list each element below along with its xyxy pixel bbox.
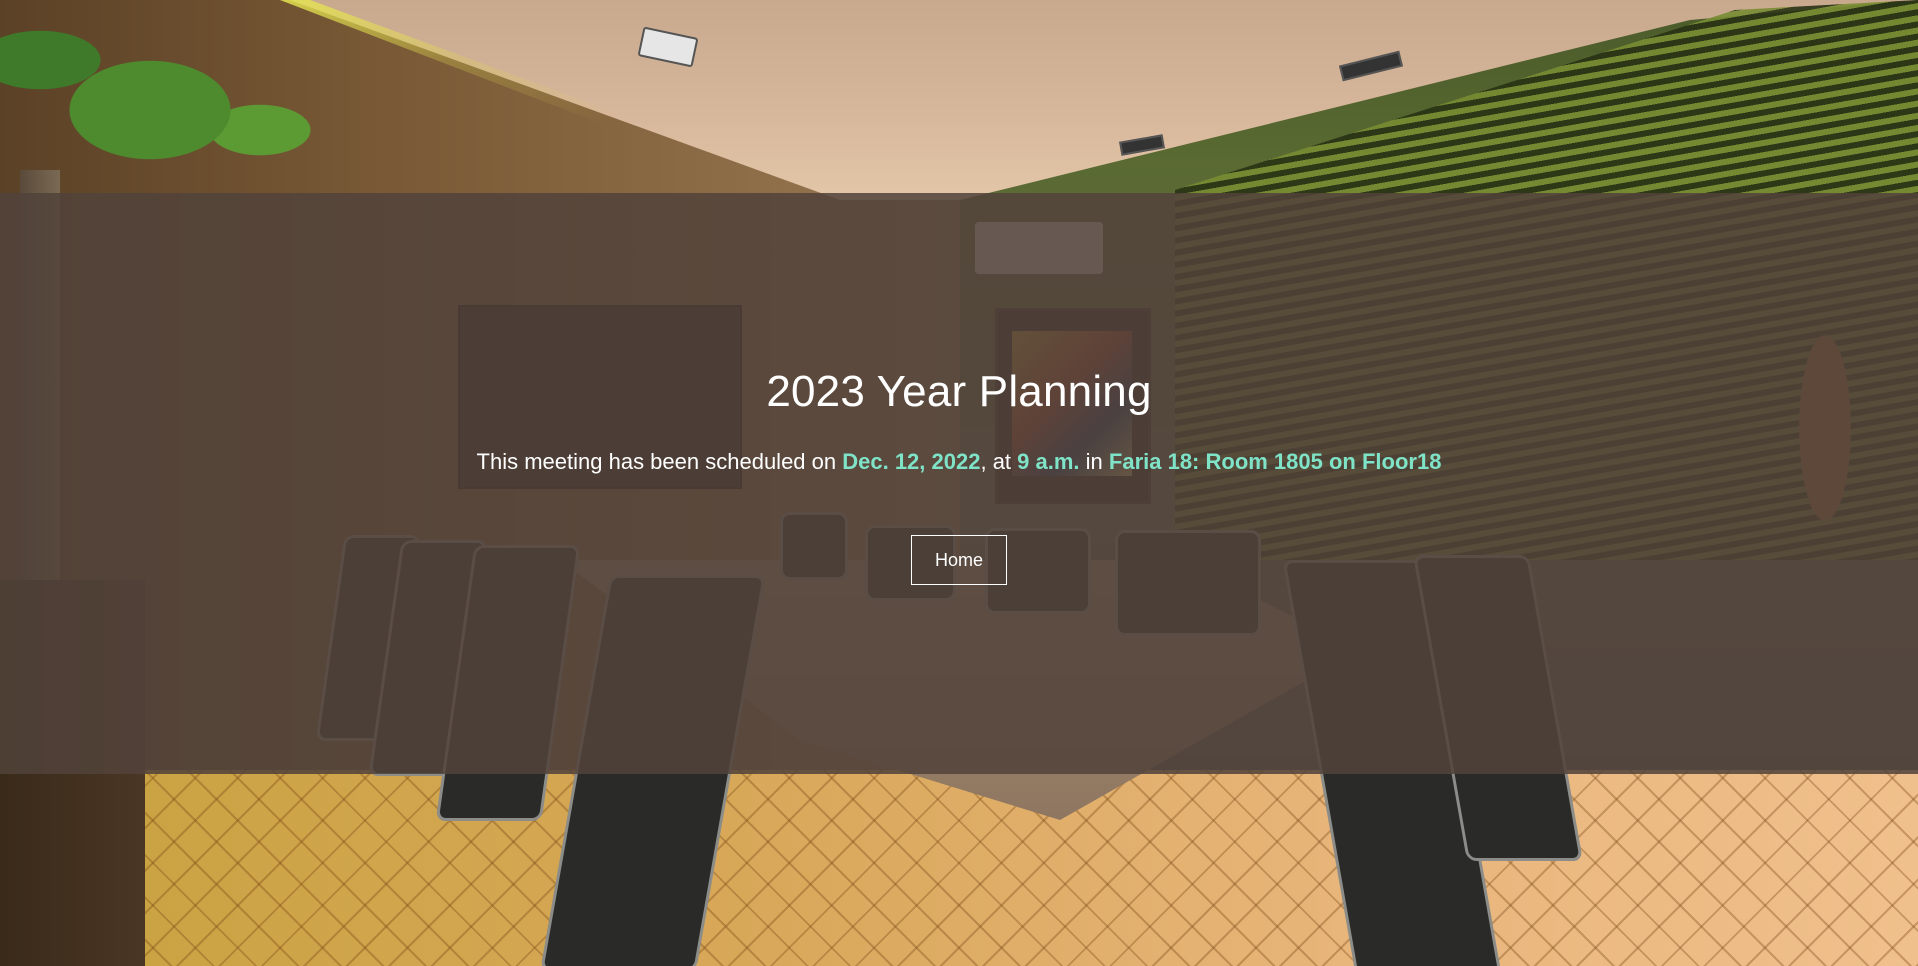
meeting-location: Faria 18: Room 1805 on Floor18 [1108,449,1442,474]
meeting-time: 9 a.m. [1017,449,1080,474]
home-button[interactable]: Home [911,535,1007,585]
meeting-confirmation: 2023 Year Planning This meeting has been… [0,193,1918,774]
schedule-message: This meeting has been scheduled on Dec. … [477,451,1442,473]
message-sep-location: in [1079,449,1109,474]
parquet-floor [0,770,1918,966]
plant-leaves [0,0,330,200]
meeting-date: Dec. 12, 2022 [842,449,981,474]
page: 2023 Year Planning This meeting has been… [0,0,1918,966]
message-sep-time: , at [980,449,1018,474]
message-prefix: This meeting has been scheduled on [476,449,843,474]
page-title: 2023 Year Planning [766,367,1152,416]
